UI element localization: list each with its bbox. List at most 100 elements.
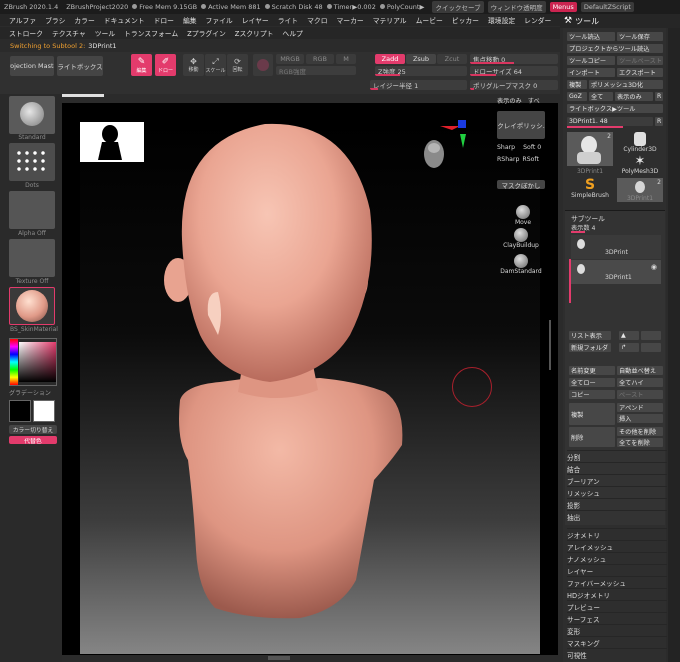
- rsoft-label[interactable]: RSoft: [522, 156, 539, 163]
- gizmo-head-icon[interactable]: [420, 120, 480, 180]
- subtool-copy-button[interactable]: コピー: [569, 390, 615, 399]
- rotate-button[interactable]: ⟳ 回転: [227, 54, 248, 76]
- insert-button[interactable]: 挿入: [617, 414, 663, 423]
- tool-thumb-simplebrush[interactable]: S SimpleBrush: [567, 178, 613, 199]
- color-picker[interactable]: [9, 338, 57, 386]
- menu-visibility[interactable]: 可視性: [567, 648, 667, 661]
- menu-menu_row1-1[interactable]: ブラシ: [45, 15, 65, 25]
- document-area[interactable]: [80, 120, 540, 654]
- subtool-scrollbar[interactable]: [569, 259, 571, 303]
- delete-all-button[interactable]: 全てを削除: [617, 438, 663, 447]
- menu-menu_row1-0[interactable]: アルファ: [9, 15, 36, 25]
- rgb-button[interactable]: RGB: [306, 54, 334, 64]
- bottom-scroll-handle[interactable]: [268, 656, 290, 660]
- alpha-thumbnail[interactable]: [9, 191, 55, 229]
- move-button[interactable]: ✥ 移動: [183, 54, 204, 76]
- rsharp-label[interactable]: RSharp: [497, 156, 519, 163]
- menu-menu_row1-11[interactable]: マテリアル: [373, 15, 407, 25]
- polygroup-mask-slider[interactable]: ポリグループマスク 0: [470, 80, 558, 90]
- append-button[interactable]: アペンド: [617, 403, 663, 412]
- move-up-2-button[interactable]: [641, 331, 661, 340]
- silhouette-navigator[interactable]: [80, 122, 144, 162]
- menu-menu_row2-2[interactable]: ツール: [95, 28, 115, 38]
- menu-menu_row1-10[interactable]: マーカー: [337, 15, 364, 25]
- duplicate-button[interactable]: 複製: [569, 403, 615, 425]
- menu-menu_row2-0[interactable]: ストローク: [9, 28, 43, 38]
- clone-button[interactable]: 複製: [567, 80, 587, 89]
- make-polymesh-button[interactable]: ポリメッシュ3D化: [589, 80, 663, 89]
- menus-button[interactable]: Menus: [549, 2, 577, 12]
- focal-shift-slider[interactable]: 焦点移動 0: [470, 54, 558, 64]
- tool-thumb-3dprint1[interactable]: 2: [567, 132, 613, 166]
- menu-menu_row2-4[interactable]: Zプラグイン: [187, 28, 226, 38]
- list-all-button[interactable]: リスト表示: [569, 331, 611, 340]
- secondary-color-swatch[interactable]: [33, 400, 55, 422]
- hue-strip[interactable]: [10, 339, 18, 385]
- projection-master-button[interactable]: Projection Master: [10, 56, 54, 76]
- new-folder-button[interactable]: 新規フォルダ: [569, 343, 611, 352]
- subtool-paste-button[interactable]: ペースト: [617, 390, 663, 399]
- subtool-item-3dprint1[interactable]: ◉ 3DPrint1: [571, 260, 661, 284]
- load-from-project-button[interactable]: プロジェクトからツール読込: [567, 44, 663, 53]
- tool-thumb-polymesh[interactable]: ✶ PolyMesh3D: [617, 155, 663, 175]
- menu-menu_row2-1[interactable]: テクスチャ: [52, 28, 86, 38]
- import-button[interactable]: インポート: [567, 68, 615, 77]
- current-tool-slider[interactable]: 3DPrint1. 48: [567, 117, 653, 126]
- color-swatch-button[interactable]: [253, 54, 273, 76]
- menu-menu_row2-5[interactable]: Zスクリプト: [235, 28, 274, 38]
- bust-model[interactable]: [160, 120, 420, 654]
- lightbox-button[interactable]: ライトボックス: [57, 56, 103, 76]
- menu-menu_row1-5[interactable]: 編集: [183, 15, 197, 25]
- goz-all-button[interactable]: 全て: [589, 92, 613, 101]
- mrgb-button[interactable]: MRGB: [276, 54, 304, 64]
- eye-icon[interactable]: ◉: [651, 263, 657, 271]
- menu-menu_row1-9[interactable]: マクロ: [307, 15, 327, 25]
- goz-button[interactable]: GoZ: [567, 92, 587, 101]
- tool-thumb-cylinder[interactable]: Cylinder3D: [617, 132, 663, 153]
- edit-button[interactable]: ✎ 編集: [131, 54, 152, 76]
- mask-blur-button[interactable]: マスクぼかし: [497, 180, 545, 189]
- soft-label[interactable]: Soft 0: [523, 144, 541, 151]
- alternate-color-button[interactable]: 代替色: [9, 436, 57, 444]
- menu-menu_row1-14[interactable]: 環境設定: [488, 15, 515, 25]
- scale-button[interactable]: ⤢ スケール: [205, 54, 226, 76]
- rename-button[interactable]: 名前変更: [569, 366, 615, 375]
- lazy-radius-slider[interactable]: レイジー半径 1: [370, 80, 467, 90]
- menu-menu_row2-6[interactable]: ヘルプ: [282, 28, 302, 38]
- zadd-button[interactable]: Zadd: [375, 54, 405, 64]
- rgb-intensity-slider[interactable]: RGB強度: [276, 66, 356, 75]
- menu-menu_row1-3[interactable]: ドキュメント: [104, 15, 145, 25]
- brush-thumbnail[interactable]: [9, 96, 55, 134]
- menu-menu_row1-6[interactable]: ファイル: [206, 15, 233, 25]
- tool-panel-header[interactable]: ⚒ ツール: [560, 14, 680, 28]
- menu-menu_row1-15[interactable]: レンダー: [524, 15, 551, 25]
- delete-other-button[interactable]: その他を削除: [617, 427, 663, 436]
- all-high-button[interactable]: 全てハイ: [617, 378, 663, 387]
- delete-button[interactable]: 削除: [569, 427, 615, 447]
- tool-load-button[interactable]: ツール読込: [567, 32, 615, 41]
- move-down-button[interactable]: ↱: [619, 343, 639, 352]
- export-button[interactable]: エクスポート: [617, 68, 663, 77]
- show-only-label[interactable]: 表示のみ: [497, 96, 522, 105]
- tool-copy-button[interactable]: ツールコピー: [567, 56, 615, 65]
- menu-menu_row1-12[interactable]: ムービー: [416, 15, 443, 25]
- zsub-button[interactable]: Zsub: [406, 54, 436, 64]
- menu-menu_row1-2[interactable]: カラー: [74, 15, 94, 25]
- lightbox-tool-button[interactable]: ライトボックス▶ツール: [567, 104, 663, 113]
- tool-save-button[interactable]: ツール保存: [617, 32, 663, 41]
- sharp-label[interactable]: Sharp: [497, 144, 515, 151]
- menu-menu_row1-13[interactable]: ピッカー: [452, 15, 479, 25]
- current-tool-r-button[interactable]: R: [655, 117, 663, 126]
- menu-menu_row1-7[interactable]: レイヤー: [242, 15, 269, 25]
- move-down-2-button[interactable]: [641, 343, 661, 352]
- all-label[interactable]: すべ: [528, 96, 540, 105]
- clay-polish-button[interactable]: クレイポリッシ.: [497, 111, 545, 139]
- stroke-thumbnail[interactable]: [9, 143, 55, 181]
- main-color-swatch[interactable]: [9, 400, 31, 422]
- canvas-scroll-handle[interactable]: [549, 320, 551, 370]
- quick-brush-move[interactable]: Move: [500, 205, 546, 226]
- z-intensity-slider[interactable]: Z強度 25: [375, 66, 467, 76]
- tool-thumb-3dprint1-b[interactable]: 2 3DPrint1: [617, 178, 663, 202]
- tool-paste-button[interactable]: ツールペースト: [617, 56, 663, 65]
- draw-button[interactable]: ✐ ドロー: [155, 54, 176, 76]
